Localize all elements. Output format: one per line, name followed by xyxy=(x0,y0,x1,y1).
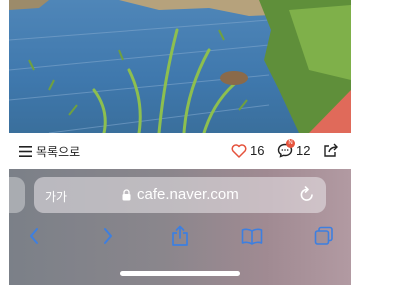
bookmarks-button[interactable] xyxy=(239,223,265,249)
previous-tab-peek[interactable] xyxy=(9,177,25,213)
tabs-button[interactable] xyxy=(311,223,337,249)
bookmarks-icon xyxy=(241,228,263,245)
address-bar[interactable]: 가가 cafe.naver.com xyxy=(34,177,326,213)
safari-browser-chrome: 가가 cafe.naver.com xyxy=(9,169,351,285)
comment-count: 12 xyxy=(296,143,311,158)
back-to-list-label: 목록으로 xyxy=(36,145,81,159)
reload-button[interactable] xyxy=(299,186,315,208)
comment-button[interactable]: N 12 xyxy=(277,139,311,158)
reload-icon xyxy=(300,186,313,201)
share-icon xyxy=(324,143,338,157)
like-count: 16 xyxy=(250,143,265,158)
forward-button[interactable] xyxy=(95,223,121,249)
back-to-list-button[interactable]: 목록으로 xyxy=(19,143,80,160)
tabs-icon xyxy=(314,226,333,245)
like-button[interactable]: 16 xyxy=(231,143,264,158)
text-size-button[interactable]: 가가 xyxy=(45,188,67,205)
home-indicator[interactable] xyxy=(120,271,240,276)
url-display[interactable]: cafe.naver.com xyxy=(122,186,239,203)
heart-icon xyxy=(231,143,247,158)
phone-screen: 목록으로 16 N 12 가가 cafe.naver.com xyxy=(9,0,351,285)
forward-icon xyxy=(104,228,112,244)
browser-toolbar xyxy=(9,223,351,253)
back-icon xyxy=(30,228,38,244)
share-button[interactable] xyxy=(323,142,339,161)
list-icon xyxy=(19,146,32,157)
share-sheet-icon xyxy=(172,225,188,246)
back-button[interactable] xyxy=(21,223,47,249)
post-photo xyxy=(9,0,351,133)
share-sheet-button[interactable] xyxy=(167,223,193,249)
post-action-bar: 목록으로 16 N 12 xyxy=(9,133,351,169)
lock-icon xyxy=(122,188,131,200)
new-comment-badge: N xyxy=(286,139,295,148)
url-text: cafe.naver.com xyxy=(137,186,239,203)
